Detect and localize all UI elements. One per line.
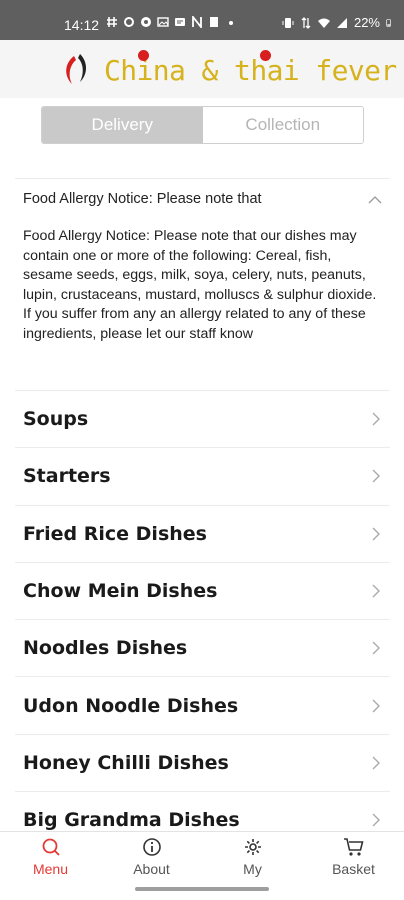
allergy-notice: Food Allergy Notice: Please note that Fo… xyxy=(15,178,390,345)
chevron-right-icon xyxy=(372,756,380,770)
chevron-right-icon xyxy=(372,584,380,598)
nav-about-label: About xyxy=(133,861,170,877)
delivery-button[interactable]: Delivery xyxy=(42,107,203,143)
menu-category-label: Honey Chilli Dishes xyxy=(23,751,229,774)
bottom-nav: Menu About My Basket xyxy=(0,831,404,884)
nav-menu[interactable]: Menu xyxy=(0,832,101,884)
menu-category-label: Big Grandma Dishes xyxy=(23,809,240,832)
nav-my[interactable]: My xyxy=(202,832,303,884)
logo-dot-icon xyxy=(138,50,149,61)
notification-icons xyxy=(106,16,237,28)
collection-button[interactable]: Collection xyxy=(202,107,363,143)
chevron-right-icon xyxy=(372,641,380,655)
allergy-notice-header[interactable]: Food Allergy Notice: Please note that xyxy=(15,179,390,219)
gesture-bar[interactable] xyxy=(135,887,269,891)
chevron-right-icon xyxy=(372,527,380,541)
nav-my-label: My xyxy=(243,861,262,877)
dot-icon xyxy=(229,21,233,25)
hash-icon xyxy=(107,17,117,27)
data-icon xyxy=(301,16,311,29)
menu-category-label: Starters xyxy=(23,465,111,488)
menu-category-noodles[interactable]: Noodles Dishes xyxy=(15,619,390,676)
menu-category-list: Soups Starters Fried Rice Dishes Chow Me… xyxy=(15,390,390,848)
info-icon xyxy=(142,838,161,856)
settings-cog-icon xyxy=(124,17,134,27)
menu-category-label: Soups xyxy=(23,408,89,431)
chevron-right-icon xyxy=(372,813,380,827)
vibrate-icon xyxy=(282,17,294,28)
chevron-right-icon xyxy=(372,412,380,426)
logo-dot-icon xyxy=(260,50,271,61)
gear-icon xyxy=(244,839,261,855)
chrome-icon xyxy=(141,17,151,27)
status-bar: 14:12 22% xyxy=(0,0,404,40)
chili-logo-icon xyxy=(66,54,86,84)
menu-category-chow-mein[interactable]: Chow Mein Dishes xyxy=(15,561,390,619)
chevron-right-icon xyxy=(372,699,380,713)
menu-category-fried-rice[interactable]: Fried Rice Dishes xyxy=(15,504,390,562)
file-icon xyxy=(210,17,218,27)
signal-icon xyxy=(336,17,347,28)
n-icon xyxy=(192,16,202,28)
wifi-icon xyxy=(317,18,330,28)
menu-category-soups[interactable]: Soups xyxy=(15,390,390,447)
app-icon xyxy=(175,18,185,26)
menu-category-starters[interactable]: Starters xyxy=(15,447,390,504)
allergy-notice-body: Food Allergy Notice: Please note that ou… xyxy=(23,228,377,342)
menu-category-udon[interactable]: Udon Noodle Dishes xyxy=(15,676,390,733)
nav-menu-label: Menu xyxy=(32,861,69,877)
chevron-up-icon[interactable] xyxy=(368,195,382,204)
cart-icon xyxy=(343,838,364,856)
nav-basket-label: Basket xyxy=(332,861,375,877)
menu-category-label: Noodles Dishes xyxy=(23,637,188,660)
menu-category-label: Chow Mein Dishes xyxy=(23,580,218,603)
system-icons: 22% xyxy=(282,15,394,30)
app-header: China & thai fever xyxy=(0,40,404,98)
allergy-notice-title: Food Allergy Notice: Please note that xyxy=(23,191,262,207)
chevron-right-icon xyxy=(372,469,380,483)
nav-basket[interactable]: Basket xyxy=(303,832,404,884)
status-time: 14:12 xyxy=(64,17,100,33)
image-icon xyxy=(157,17,169,27)
menu-category-label: Fried Rice Dishes xyxy=(23,522,207,545)
logo-text: China & thai fever xyxy=(104,54,397,87)
battery-icon xyxy=(386,18,391,27)
menu-category-honey-chilli[interactable]: Honey Chilli Dishes xyxy=(15,733,390,791)
menu-category-label: Udon Noodle Dishes xyxy=(23,694,239,717)
order-type-toggle: Delivery Collection xyxy=(41,106,364,144)
search-icon xyxy=(42,838,60,856)
battery-percent: 22% xyxy=(353,15,380,30)
nav-about[interactable]: About xyxy=(101,832,202,884)
